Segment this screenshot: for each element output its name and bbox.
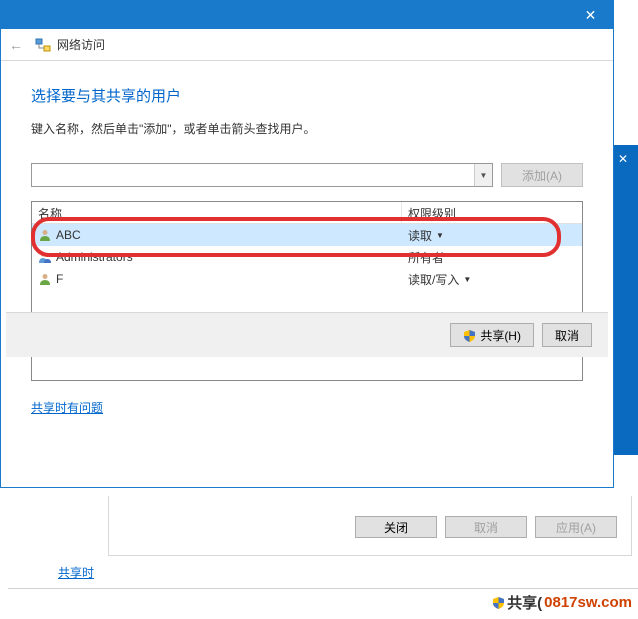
user-combobox[interactable]: ▼: [31, 163, 493, 187]
user-input[interactable]: [32, 164, 474, 186]
column-name-header[interactable]: 名称: [32, 202, 402, 223]
header-bar: ← 网络访问: [1, 29, 613, 61]
watermark-share-text: 共享(: [507, 592, 542, 613]
underlying-share-link[interactable]: 共享时: [58, 564, 94, 581]
chevron-down-icon[interactable]: ▼: [474, 164, 492, 186]
permission-label: 所有者: [408, 249, 444, 266]
network-icon: [35, 37, 51, 53]
shield-icon: [492, 596, 505, 609]
list-header: 名称 权限级别: [32, 202, 582, 224]
row-name-cell: F: [32, 272, 402, 286]
trouble-sharing-link[interactable]: 共享时有问题: [31, 399, 103, 416]
add-button: 添加(A): [501, 163, 583, 187]
chevron-down-icon: ▼: [436, 231, 444, 240]
row-name-cell: Administrators: [32, 250, 402, 264]
chevron-down-icon: ▼: [463, 275, 471, 284]
row-name-cell: ABC: [32, 228, 402, 242]
user-name-label: ABC: [56, 228, 81, 242]
cancel-button: 取消: [445, 516, 527, 538]
page-subtitle: 键入名称，然后单击"添加"，或者单击箭头查找用户。: [31, 120, 583, 137]
header-title: 网络访问: [57, 36, 105, 53]
share-button[interactable]: 共享(H): [450, 323, 534, 347]
list-row[interactable]: ABC 读取 ▼: [32, 224, 582, 246]
shield-icon: [463, 329, 476, 342]
watermark-site: 0817sw.com: [544, 594, 632, 611]
dialog-footer: 共享(H) 取消: [6, 312, 608, 357]
underlying-dialog: 关闭 取消 应用(A) 共享时: [38, 488, 638, 590]
row-permission-cell[interactable]: 读取/写入 ▼: [402, 271, 582, 288]
row-permission-cell: 所有者: [402, 249, 582, 266]
close-button[interactable]: 关闭: [355, 516, 437, 538]
page-title: 选择要与其共享的用户: [31, 85, 583, 106]
user-name-label: Administrators: [56, 250, 133, 264]
group-icon: [38, 250, 52, 264]
permission-label: 读取: [408, 227, 432, 244]
user-icon: [38, 272, 52, 286]
back-arrow-icon[interactable]: ←: [9, 37, 29, 53]
input-row: ▼ 添加(A): [31, 163, 583, 187]
row-permission-cell[interactable]: 读取 ▼: [402, 227, 582, 244]
watermark: 共享(0817sw.com: [492, 592, 632, 613]
user-icon: [38, 228, 52, 242]
user-name-label: F: [56, 272, 63, 286]
title-bar: ✕: [1, 1, 613, 29]
divider: [8, 588, 638, 589]
cancel-button[interactable]: 取消: [542, 323, 592, 347]
column-permission-header[interactable]: 权限级别: [402, 202, 582, 223]
apply-button: 应用(A): [535, 516, 617, 538]
underlying-button-panel: 关闭 取消 应用(A): [108, 496, 632, 556]
close-button[interactable]: ✕: [568, 1, 613, 29]
network-access-dialog: ✕ ← 网络访问 选择要与其共享的用户 键入名称，然后单击"添加"，或者单击箭头…: [0, 0, 614, 488]
list-row[interactable]: F 读取/写入 ▼: [32, 268, 582, 290]
close-icon: ✕: [585, 7, 597, 24]
share-button-label: 共享(H): [480, 327, 521, 344]
content-area: 选择要与其共享的用户 键入名称，然后单击"添加"，或者单击箭头查找用户。 ▼ 添…: [1, 61, 613, 427]
list-row[interactable]: Administrators 所有者: [32, 246, 582, 268]
permission-label: 读取/写入: [408, 271, 459, 288]
